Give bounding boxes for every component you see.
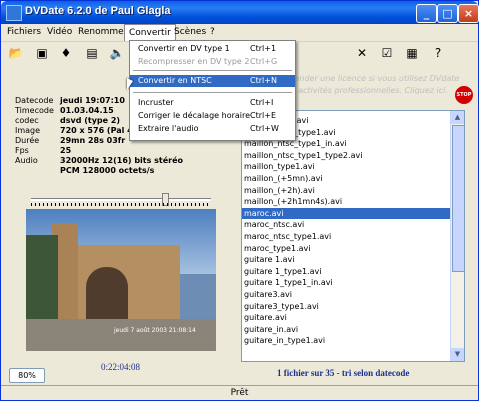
scroll-up-icon[interactable]: ▲ [451,111,464,124]
timecode-label: Timecode [15,106,54,115]
license-notice[interactable]: mander une licence si vous utilisez DVda… [279,73,467,97]
menu-convertir[interactable]: Convertir [124,24,176,41]
file-list-item[interactable]: guitare 1_type1_in.avi [242,277,450,288]
window-title: DVDate 6.2.0 de Paul Glagla [25,5,171,17]
audio-value: 32000Hz 12(16) bits stéréo [60,156,184,165]
menu-item-recompress-dv-type2[interactable]: Recompresser en DV type 2 Ctrl+G [130,56,295,68]
title-bar[interactable]: DVDate 6.2.0 de Paul Glagla _ □ × [1,1,479,24]
scroll-down-icon[interactable]: ▼ [451,348,464,361]
video-date-overlay: jeudi 7 août 2003 21:08:14 [114,327,196,334]
position-slider[interactable] [31,193,211,206]
menu-renommer[interactable]: Renommer [74,24,131,41]
app-icon [6,5,22,21]
file-list-item[interactable]: maillon_type1.avi [242,161,450,172]
current-time: 0:22:04:08 [101,362,141,372]
rename-icon[interactable]: ▤ [83,44,101,62]
convertir-menu: Convertir en DV type 1 Ctrl+1 Recompresse… [129,40,296,141]
file-list-item[interactable]: maillon_ntsc_type1_type2.avi [242,150,450,161]
menu-item-convert-ntsc[interactable]: Convertir en NTSC Ctrl+N [130,75,295,87]
checkmark-icon[interactable]: ☑ [378,44,396,62]
codec-value: dsvd (type 2) [60,116,121,125]
mouse-cursor-icon [127,78,133,90]
datecode-value: jeudi 19:07:10 [60,96,125,105]
menu-help[interactable]: ? [206,24,219,41]
menu-separator [133,70,292,71]
timecode-value: 01.03.04.15 [60,106,114,115]
menu-video[interactable]: Vidéo [43,24,76,41]
duree-label: Durée [15,136,40,145]
maximize-button[interactable]: □ [437,4,458,23]
file-list-item[interactable]: maroc_ntsc.avi [242,219,450,230]
duree-value: 29mn 28s 03fr [60,136,126,145]
fps-label: Fps [15,146,29,155]
file-list-item[interactable]: guitare 1.avi [242,254,450,265]
file-list-item[interactable]: guitare_in_type1.avi [242,335,450,346]
datecode-label: Datecode [15,96,54,105]
slider-track [31,198,211,201]
menu-fichiers[interactable]: Fichiers [3,24,45,41]
open-folder-icon[interactable]: 📂 [7,44,25,62]
menu-item-fix-time-offset[interactable]: Corriger le décalage horaire Ctrl+E [130,110,295,122]
file-list-item[interactable]: maroc_type1.avi [242,243,450,254]
image-label: Image [15,126,41,135]
file-list-item[interactable]: guitare 1_type1.avi [242,266,450,277]
menu-item-convert-dv-type1[interactable]: Convertir en DV type 1 Ctrl+1 [130,43,295,55]
delete-icon[interactable]: ♦ [57,44,75,62]
menu-separator [133,92,292,93]
file-list-item[interactable]: maillon_(+5mn).avi [242,173,450,184]
app-window: DVDate 6.2.0 de Paul Glagla _ □ × Fichie… [0,0,479,401]
file-list-item[interactable]: guitare.avi [242,312,450,323]
zoom-indicator[interactable]: 80% [9,368,45,383]
scroll-thumb[interactable] [452,125,464,272]
file-list-item[interactable]: maillon_(+2h1mn4s).avi [242,196,450,207]
file-list-item[interactable]: guitare3_type1.avi [242,301,450,312]
speaker-icon[interactable]: 🔈 [108,44,126,62]
image-value: 720 x 576 (Pal 4 [60,126,133,135]
menu-scenes[interactable]: Scènes [170,24,210,41]
menu-item-incruster[interactable]: Incruster Ctrl+I [130,97,295,109]
file-list[interactable]: maillon_ntsc.avimaillon_ntsc_type1.avima… [241,110,465,362]
file-list-item[interactable]: guitare3.avi [242,289,450,300]
minimize-button[interactable]: _ [416,4,437,23]
status-bar: Prêt [1,385,478,401]
scissors-icon[interactable]: ✕ [353,44,371,62]
file-list-item[interactable]: maroc.avi [242,207,450,219]
file-list-item[interactable]: guitare_in.avi [242,324,450,335]
audio-format-value: PCM 128000 octets/s [60,166,155,175]
file-list-item[interactable]: maillon_(+2h).avi [242,185,450,196]
video-preview[interactable]: jeudi 7 août 2003 21:08:14 [26,209,216,351]
list-status: 1 fichier sur 35 - tri selon datecode [277,368,410,378]
codec-label: codec [15,116,39,125]
help-icon[interactable]: ? [429,44,447,62]
audio-label: Audio [15,156,38,165]
file-list-scrollbar[interactable]: ▲ ▼ [450,111,464,361]
menu-item-extract-audio[interactable]: Extraire l'audio Ctrl+W [130,123,295,135]
fps-value: 25 [60,146,72,155]
copy-icon[interactable]: ▣ [33,44,51,62]
close-button[interactable]: × [458,4,479,23]
slider-ticks [31,203,211,206]
settings-icon[interactable]: ▦ [403,44,421,62]
file-list-item[interactable]: maroc_ntsc_type1.avi [242,231,450,242]
